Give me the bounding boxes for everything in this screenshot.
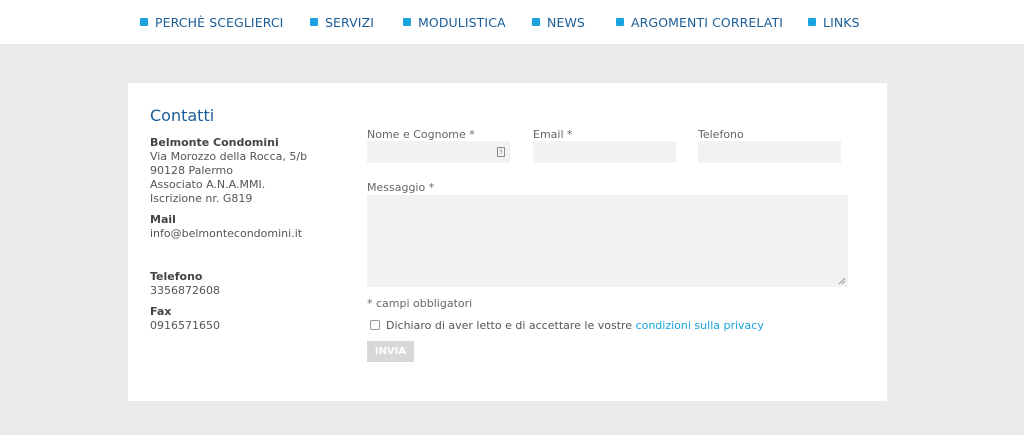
- phone-field[interactable]: [698, 141, 841, 163]
- square-bullet-icon: [310, 18, 318, 26]
- phone-label: Telefono: [150, 270, 203, 283]
- message-field[interactable]: [367, 195, 848, 287]
- required-fields-note: * campi obbligatori: [367, 297, 473, 310]
- nav-item-label: SERVIZI: [325, 14, 375, 30]
- square-bullet-icon: [616, 18, 624, 26]
- address-line-1: Via Morozzo della Rocca, 5/b: [150, 150, 308, 163]
- nav-item-news[interactable]: NEWS: [532, 14, 585, 30]
- address-line-2: 90128 Palermo: [150, 164, 233, 177]
- top-navigation: PERCHÈ SCEGLIERCI SERVIZI MODULISTICA NE…: [0, 0, 1024, 44]
- nav-item-perche-sceglierci[interactable]: PERCHÈ SCEGLIERCI: [140, 14, 283, 30]
- company-name: Belmonte Condomini: [150, 136, 279, 149]
- submit-button[interactable]: INVIA: [367, 341, 414, 362]
- nav-item-label: MODULISTICA: [418, 14, 506, 30]
- message-label: Messaggio *: [367, 181, 435, 194]
- name-label: Nome e Cognome *: [367, 128, 475, 141]
- nav-item-servizi[interactable]: SERVIZI: [310, 14, 374, 30]
- nav-item-label: NEWS: [547, 14, 585, 30]
- contact-card-icon[interactable]: !: [497, 147, 505, 157]
- nav-item-links[interactable]: LINKS: [808, 14, 860, 30]
- nav-item-argomenti-correlati[interactable]: ARGOMENTI CORRELATI: [616, 14, 783, 30]
- privacy-consent-text: Dichiaro di aver letto e di accettare le…: [386, 319, 764, 332]
- square-bullet-icon: [808, 18, 816, 26]
- phone-field-label: Telefono: [698, 128, 744, 141]
- phone-value: 3356872608: [150, 284, 220, 297]
- contact-card: Contatti Belmonte Condomini Via Morozzo …: [128, 83, 887, 401]
- email-field[interactable]: [533, 141, 676, 163]
- square-bullet-icon: [532, 18, 540, 26]
- mail-value: info@belmontecondomini.it: [150, 227, 303, 240]
- fax-label: Fax: [150, 305, 172, 318]
- nav-item-label: PERCHÈ SCEGLIERCI: [155, 14, 284, 30]
- registration-text: Iscrizione nr. G819: [150, 192, 253, 205]
- privacy-policy-link[interactable]: condizioni sulla privacy: [636, 319, 764, 332]
- mail-label: Mail: [150, 213, 176, 226]
- consent-label: Dichiaro di aver letto e di accettare le…: [386, 319, 636, 332]
- resize-grip-icon[interactable]: [838, 277, 846, 285]
- square-bullet-icon: [403, 18, 411, 26]
- email-label: Email *: [533, 128, 573, 141]
- association-text: Associato A.N.A.MMI.: [150, 178, 266, 191]
- name-field[interactable]: [367, 141, 510, 163]
- nav-item-label: LINKS: [823, 14, 860, 30]
- privacy-consent-checkbox[interactable]: [370, 320, 380, 330]
- fax-value: 0916571650: [150, 319, 220, 332]
- nav-item-label: ARGOMENTI CORRELATI: [631, 14, 783, 30]
- page-title: Contatti: [150, 106, 215, 125]
- nav-item-modulistica[interactable]: MODULISTICA: [403, 14, 506, 30]
- square-bullet-icon: [140, 18, 148, 26]
